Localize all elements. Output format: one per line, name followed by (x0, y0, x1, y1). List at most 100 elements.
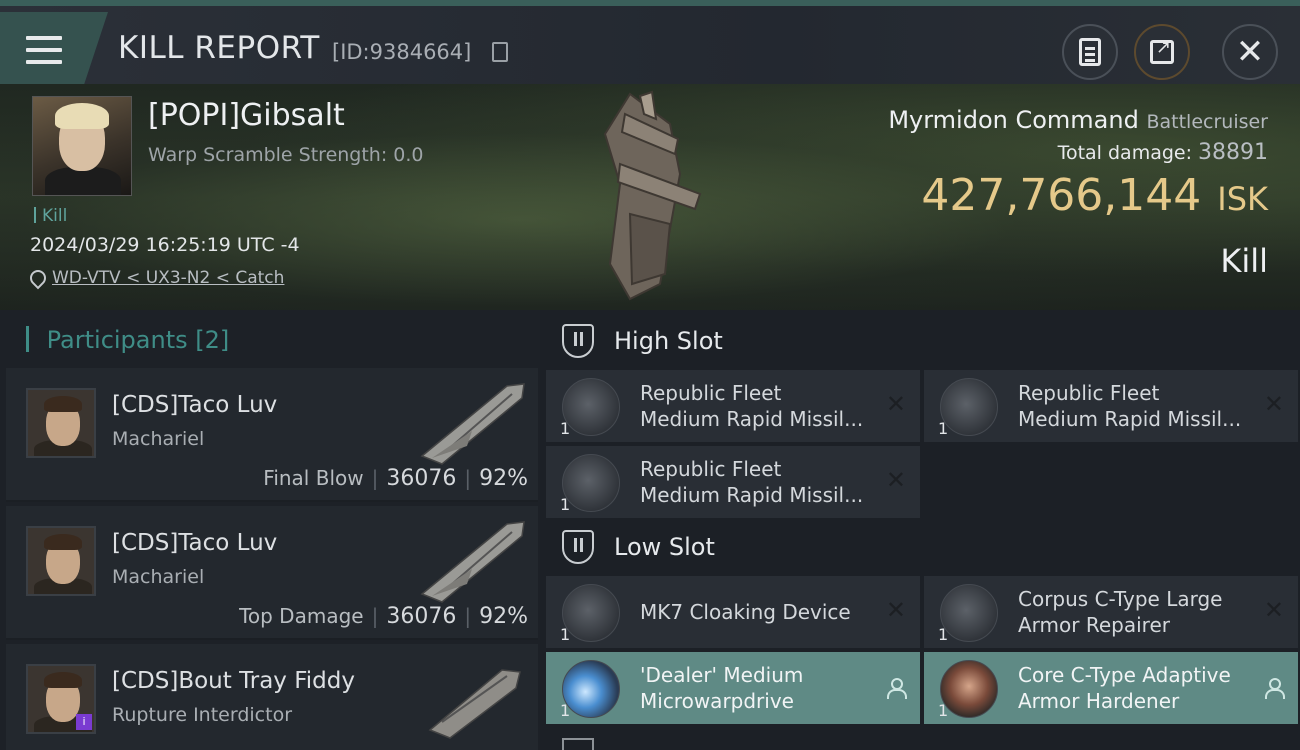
module-name: Corpus C-Type Large Armor Repairer (1018, 587, 1223, 637)
kill-datetime: 2024/03/29 16:25:19 UTC -4 (30, 234, 300, 256)
participant-name: [CDS]Bout Tray Fiddy (112, 668, 355, 694)
victim-name[interactable]: [POPI]Gibsalt (148, 98, 345, 133)
participants-label: Participants (46, 326, 188, 354)
low-slot-header: Low Slot (562, 530, 715, 564)
destroyed-icon: ✕ (885, 466, 906, 494)
low-slot-icon (562, 530, 594, 564)
participant-ship-image (420, 521, 525, 603)
participants-title: Participants [2] (26, 326, 230, 354)
participant-ship: Machariel (112, 566, 205, 588)
participant-damage: 36076 (386, 604, 457, 629)
module-quantity: 1 (938, 701, 949, 720)
ship-name: Myrmidon Command (888, 106, 1139, 134)
dropped-person-icon (1264, 678, 1285, 699)
destroyed-icon: ✕ (1263, 390, 1284, 418)
missile-launcher-icon (562, 378, 620, 436)
participant-ship-image (428, 669, 521, 739)
isk-unit: ISK (1217, 180, 1268, 218)
high-slot-icon (562, 324, 594, 358)
avatar[interactable] (26, 526, 96, 596)
participant-row[interactable]: i [CDS]Bout Tray Fiddy Rupture Interdict… (6, 644, 538, 750)
participant-ship: Machariel (112, 428, 205, 450)
participant-stats: Final Blow | 36076 | 92% (263, 466, 528, 491)
armor-repairer-icon (940, 584, 998, 642)
participant-ship-image (420, 383, 525, 465)
module-quantity: 1 (560, 625, 571, 644)
clipboard-button[interactable] (1062, 24, 1118, 80)
info-badge: i (76, 714, 92, 730)
participant-damage: 36076 (386, 466, 457, 491)
warp-scramble-strength: Warp Scramble Strength: 0.0 (148, 144, 424, 166)
module-name: Core C-Type Adaptive Armor Hardener (1018, 663, 1231, 713)
victim-ship-image (603, 90, 702, 301)
total-damage-label: Total damage: (1057, 142, 1192, 164)
missile-launcher-icon (940, 378, 998, 436)
module-item[interactable]: 1 Republic Fleet Medium Rapid Missil... ✕ (924, 370, 1298, 442)
location-link[interactable]: WD-VTV < UX3-N2 < Catch (52, 268, 284, 288)
participant-role: Final Blow (263, 466, 364, 490)
isk-amount: 427,766,144 (921, 170, 1202, 221)
module-item[interactable]: 1 MK7 Cloaking Device ✕ (546, 576, 920, 648)
header-bar: KILL REPORT [ID:9384664] ✕ (0, 0, 1300, 84)
total-damage-value: 38891 (1198, 140, 1268, 165)
menu-button[interactable] (0, 12, 108, 84)
module-quantity: 1 (560, 419, 571, 438)
module-item[interactable]: 1 Core C-Type Adaptive Armor Hardener (924, 652, 1298, 724)
module-item[interactable]: 1 'Dealer' Medium Microwarpdrive (546, 652, 920, 724)
participant-percent: 92% (479, 604, 528, 629)
cloaking-device-icon (562, 584, 620, 642)
menu-icon (26, 36, 62, 66)
missile-launcher-icon (562, 454, 620, 512)
low-slot-label: Low Slot (614, 533, 715, 561)
kill-location[interactable]: WD-VTV < UX3-N2 < Catch (30, 268, 284, 288)
participants-panel: Participants [2] [CDS]Taco Luv Machariel… (0, 310, 540, 750)
module-name: 'Dealer' Medium Microwarpdrive (640, 663, 804, 713)
victim-banner: [POPI]Gibsalt Warp Scramble Strength: 0.… (0, 84, 1300, 310)
destroyed-icon: ✕ (1263, 596, 1284, 624)
participant-percent: 92% (479, 466, 528, 491)
ship-class: Battlecruiser (1146, 111, 1268, 133)
module-quantity: 1 (560, 495, 571, 514)
victim-ship[interactable]: Myrmidon Command Battlecruiser (888, 106, 1268, 134)
module-name: Republic Fleet Medium Rapid Missil... (640, 381, 864, 431)
close-button[interactable]: ✕ (1222, 24, 1278, 80)
share-button[interactable] (1134, 24, 1190, 80)
module-item[interactable]: 1 Republic Fleet Medium Rapid Missil... ✕ (546, 370, 920, 442)
dropped-person-icon (886, 678, 907, 699)
module-item[interactable]: 1 Republic Fleet Medium Rapid Missil... ✕ (546, 446, 920, 518)
avatar[interactable] (26, 388, 96, 458)
participant-name: [CDS]Taco Luv (112, 530, 278, 556)
report-id: [ID:9384664] (332, 40, 472, 64)
module-quantity: 1 (560, 701, 571, 720)
module-name: Republic Fleet Medium Rapid Missil... (640, 457, 864, 507)
module-item[interactable]: 1 Corpus C-Type Large Armor Repairer ✕ (924, 576, 1298, 648)
destroyed-icon: ✕ (885, 596, 906, 624)
participant-name: [CDS]Taco Luv (112, 392, 278, 418)
close-icon: ✕ (1235, 32, 1265, 72)
next-slot-icon (562, 738, 594, 750)
isk-value: 427,766,144 ISK (921, 170, 1268, 221)
copy-icon[interactable] (492, 42, 508, 62)
participant-role: Top Damage (239, 604, 364, 628)
location-pin-icon (30, 270, 42, 286)
participant-row[interactable]: [CDS]Taco Luv Machariel Top Damage | 36076… (6, 506, 538, 640)
participant-stats: Top Damage | 36076 | 92% (239, 604, 528, 629)
victim-portrait[interactable] (32, 96, 132, 196)
armor-hardener-icon (940, 660, 998, 718)
module-name: MK7 Cloaking Device (640, 600, 851, 624)
destroyed-icon: ✕ (885, 390, 906, 418)
fitting-panel: High Slot 1 Republic Fleet Medium Rapid M… (540, 310, 1300, 750)
microwarpdrive-icon (562, 660, 620, 718)
clipboard-icon (1079, 38, 1101, 66)
high-slot-label: High Slot (614, 327, 723, 355)
module-quantity: 1 (938, 625, 949, 644)
avatar[interactable]: i (26, 664, 96, 734)
module-name: Republic Fleet Medium Rapid Missil... (1018, 381, 1242, 431)
result-label: Kill (1220, 242, 1268, 280)
participant-row[interactable]: [CDS]Taco Luv Machariel Final Blow | 36076… (6, 368, 538, 502)
share-icon (1150, 37, 1174, 64)
participant-ship: Rupture Interdictor (112, 704, 292, 726)
total-damage: Total damage: 38891 (1058, 140, 1268, 165)
kill-tag: Kill (34, 206, 67, 226)
high-slot-header: High Slot (562, 324, 723, 358)
